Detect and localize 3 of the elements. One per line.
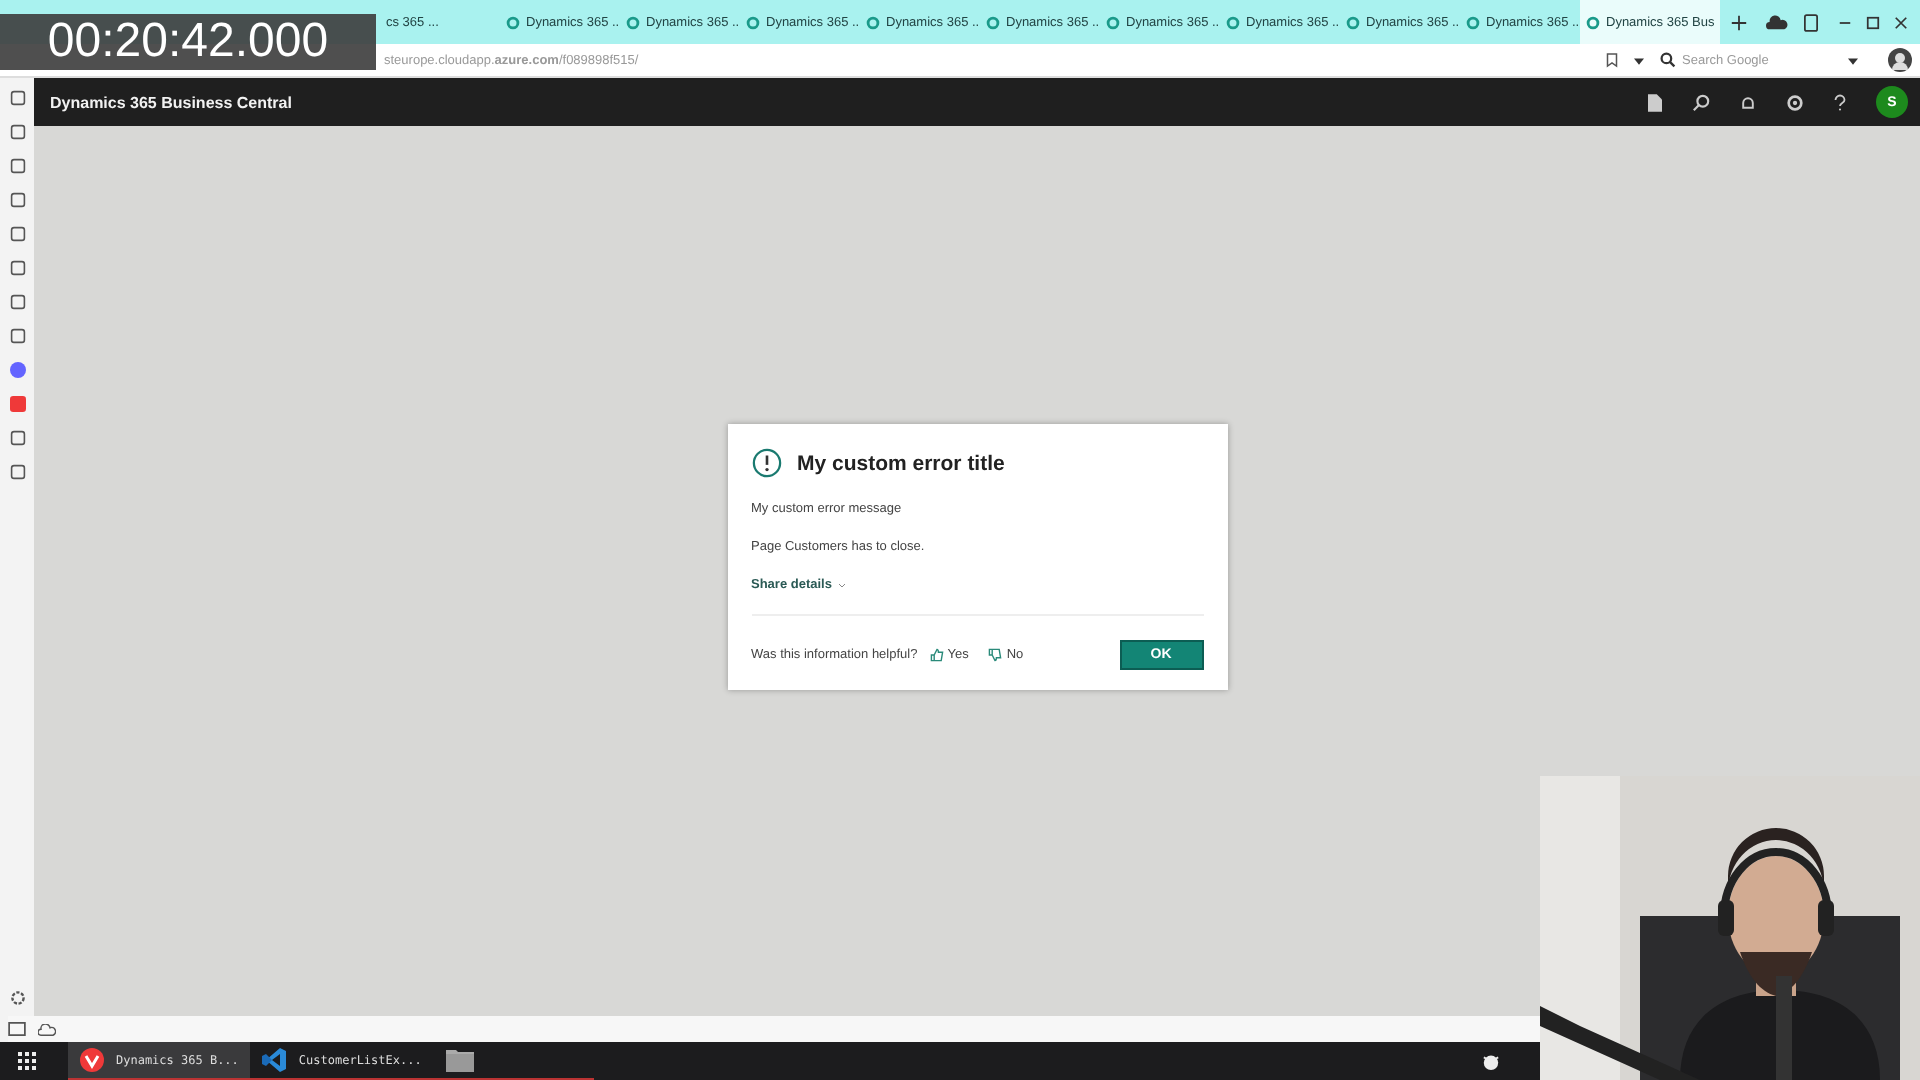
recording-timer: 00:20:42.000 bbox=[0, 14, 376, 70]
dialog-title: My custom error title bbox=[797, 451, 1005, 475]
app-title: Dynamics 365 Business Central bbox=[50, 93, 292, 111]
